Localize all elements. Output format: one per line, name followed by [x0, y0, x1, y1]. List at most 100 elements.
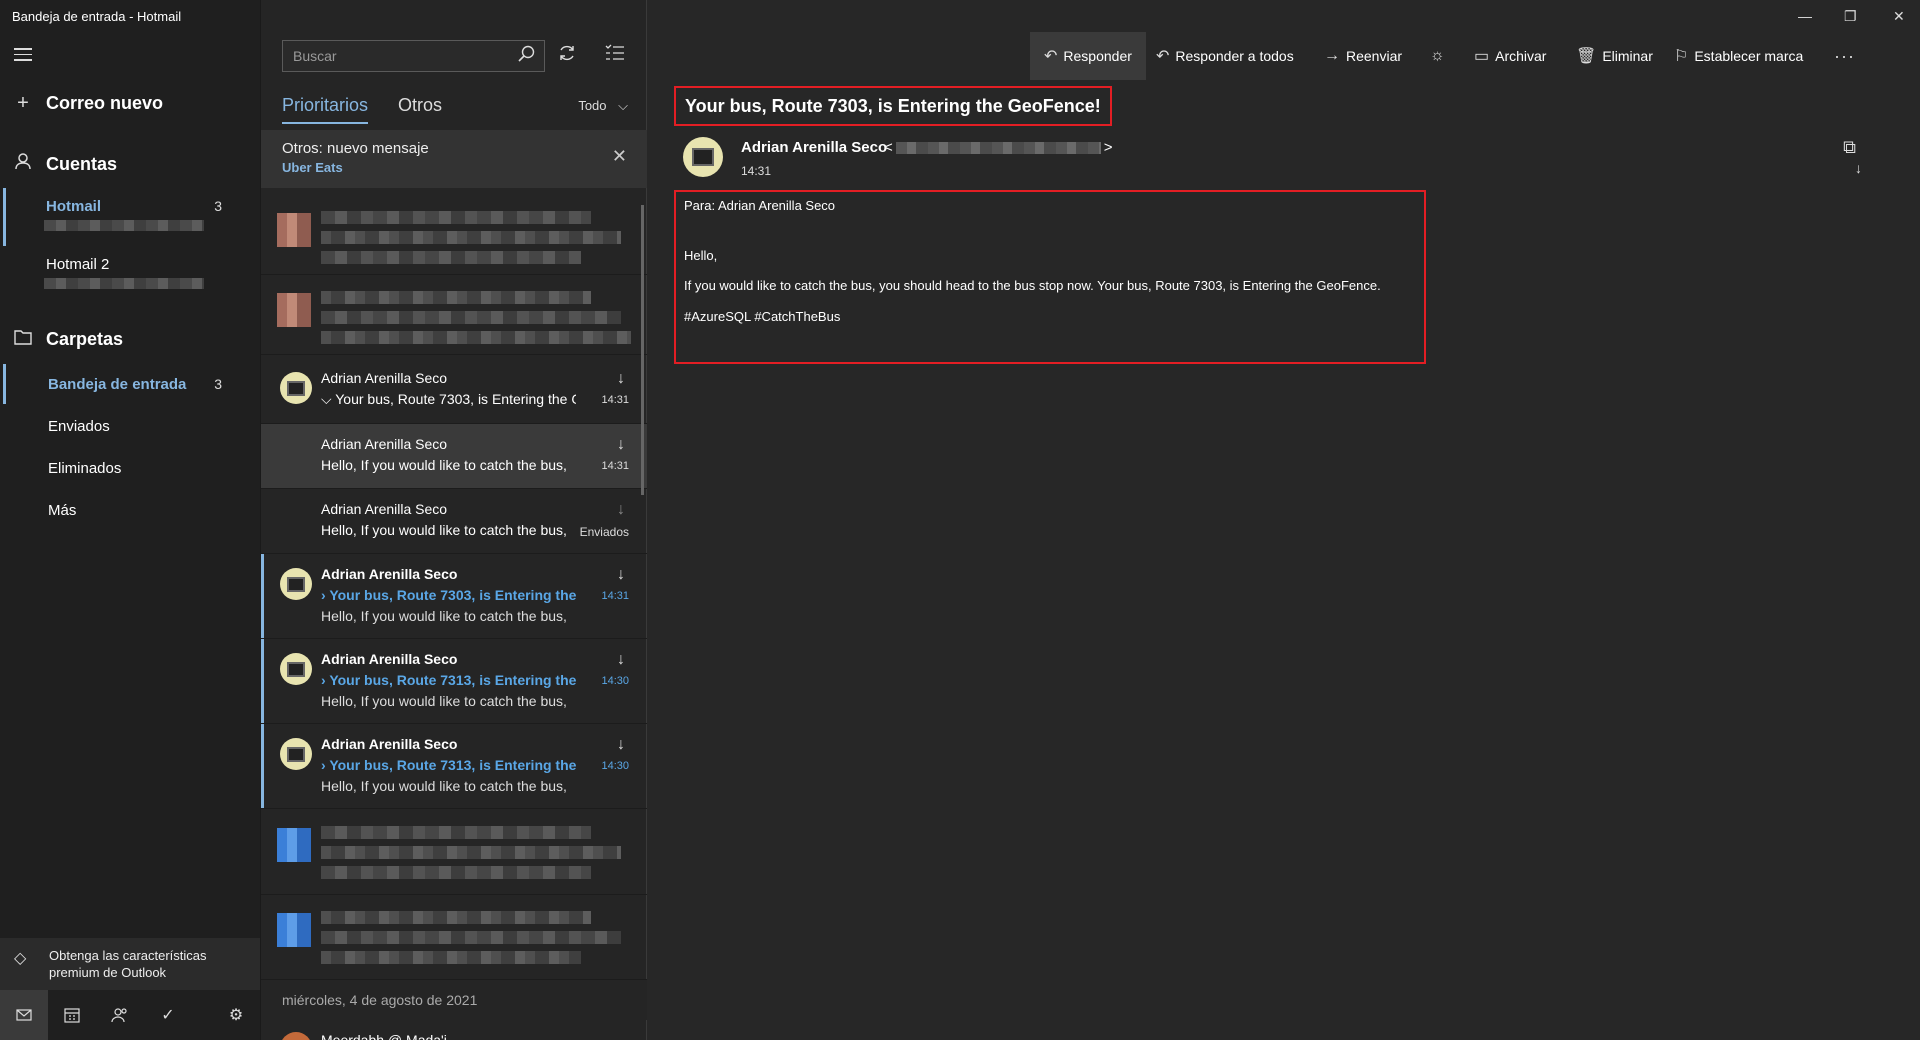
minimize-icon[interactable]: — [1798, 8, 1812, 24]
list-item[interactable]: Meerdabh @ Mada'i [261, 1020, 647, 1040]
calendar-icon[interactable] [48, 990, 96, 1040]
forward-button[interactable]: → Reenviar [1324, 32, 1402, 80]
search-icon[interactable] [518, 45, 536, 68]
reply-all-icon: ↶ [1156, 48, 1170, 65]
person-icon [0, 152, 46, 176]
message-subject: › Your bus, Route 7303, is Entering the … [321, 587, 576, 603]
reply-all-button[interactable]: ↶ Responder a todos [1156, 32, 1294, 80]
redacted-email [44, 220, 204, 231]
download-arrow-icon[interactable]: ↓ [617, 566, 625, 584]
new-mail-button[interactable]: + Correo nuevo [0, 92, 260, 115]
folder-label: Enviados [48, 418, 110, 435]
redacted-text [321, 251, 581, 264]
message-thread-child[interactable]: Adrian Arenilla Seco Hello, If you would… [261, 489, 647, 554]
email-greeting: Hello, [684, 248, 718, 263]
download-arrow-icon[interactable]: ↓ [617, 501, 625, 519]
account-item-hotmail[interactable]: Hotmail 3 [0, 198, 260, 238]
download-arrow-icon[interactable]: ↓ [617, 736, 625, 754]
new-mail-label: Correo nuevo [46, 93, 164, 113]
message-sender: Adrian Arenilla Seco [321, 436, 448, 452]
message-thread-header[interactable]: Adrian Arenilla Seco ⌵ Your bus, Route 7… [261, 358, 647, 424]
accounts-heading[interactable]: Cuentas [0, 152, 260, 176]
list-item-redacted[interactable] [261, 275, 647, 355]
sender-email[interactable]: < > [884, 139, 1113, 156]
search-input[interactable]: Buscar [282, 40, 545, 72]
delete-button[interactable]: 🗑 Eliminar [1576, 32, 1653, 80]
mail-icon[interactable] [0, 990, 48, 1040]
avatar-redacted [277, 828, 311, 862]
premium-text: Obtenga las características premium de O… [49, 948, 207, 980]
folder-inbox[interactable]: Bandeja de entrada 3 [0, 376, 260, 398]
todo-icon[interactable]: ✓ [144, 990, 192, 1040]
folder-more[interactable]: Más [0, 502, 260, 524]
message-time: 14:31 [601, 590, 629, 602]
download-arrow-icon[interactable]: ↓ [617, 436, 625, 454]
archive-icon: ▭ [1474, 48, 1490, 65]
more-icon: ··· [1834, 45, 1855, 66]
message-time: 14:31 [601, 394, 629, 406]
people-icon[interactable] [96, 990, 144, 1040]
list-item-redacted[interactable] [261, 810, 647, 895]
message-time: 14:31 [601, 460, 629, 472]
reply-button[interactable]: ↶ Responder [1030, 32, 1146, 80]
more-actions-button[interactable]: ··· [1834, 32, 1861, 80]
other-banner-sender: Uber Eats [282, 160, 343, 175]
restore-icon[interactable]: ❐ [1844, 8, 1857, 25]
scrollbar[interactable] [641, 205, 644, 495]
message-subject-text: Your bus, Route 7313, is Entering the Ge… [329, 757, 576, 773]
redacted-text [321, 826, 591, 839]
message-subject-text: Your bus, Route 7303, is Entering the Ge… [329, 587, 576, 603]
archive-button[interactable]: ▭ Archivar [1474, 32, 1546, 80]
message-preview: Hello, If you would like to catch the bu… [321, 522, 567, 538]
close-icon[interactable]: ✕ [612, 146, 627, 167]
download-arrow-icon[interactable]: ↓ [617, 651, 625, 669]
list-item[interactable]: Adrian Arenilla Seco › Your bus, Route 7… [261, 639, 647, 724]
redacted-text [321, 951, 581, 964]
navigation-pane: Bandeja de entrada - Hotmail + Correo nu… [0, 0, 260, 1040]
message-subject-text: Your bus, Route 7313, is Entering the Ge… [329, 672, 576, 688]
folder-sent[interactable]: Enviados [0, 418, 260, 440]
hamburger-menu-icon[interactable] [14, 48, 32, 62]
filter-dropdown[interactable]: Todo ⌵ [578, 98, 628, 114]
selection-mode-icon[interactable] [605, 43, 625, 66]
account-item-hotmail-2[interactable]: Hotmail 2 [0, 256, 260, 296]
message-thread-child-selected[interactable]: Adrian Arenilla Seco Hello, If you would… [261, 424, 647, 489]
account-name: Hotmail 2 [46, 256, 110, 273]
close-window-icon[interactable]: ✕ [1893, 8, 1905, 25]
sender-name[interactable]: Adrian Arenilla Seco [741, 139, 887, 156]
email-subject: Your bus, Route 7303, is Entering the Ge… [674, 86, 1112, 126]
email-body-text: If you would like to catch the bus, you … [684, 278, 1381, 293]
open-in-new-window-icon[interactable]: ⧉ [1843, 137, 1856, 158]
chevron-down-icon[interactable]: ⌵ [321, 391, 335, 407]
list-item-redacted[interactable] [261, 895, 647, 980]
forward-label: Reenviar [1346, 48, 1403, 64]
premium-upsell[interactable]: ◇ Obtenga las características premium de… [0, 938, 260, 990]
avatar-redacted [277, 293, 311, 327]
redacted-text [321, 931, 621, 944]
download-arrow-icon[interactable]: ↓ [617, 370, 625, 388]
account-name: Hotmail [46, 198, 102, 215]
folder-deleted[interactable]: Eliminados [0, 460, 260, 482]
redacted-text [321, 911, 591, 924]
sync-icon[interactable] [557, 43, 577, 68]
folders-heading[interactable]: Carpetas [0, 328, 260, 351]
expand-arrow-icon[interactable]: ↓ [1855, 160, 1862, 176]
folder-unread-count: 3 [214, 376, 222, 392]
avatar-redacted [277, 213, 311, 247]
message-sender: Adrian Arenilla Seco [321, 566, 458, 582]
tab-focused[interactable]: Prioritarios [282, 95, 369, 124]
email-time: 14:31 [741, 164, 772, 178]
theme-toggle-button[interactable]: ☼ [1430, 32, 1451, 80]
other-inbox-banner[interactable]: Otros: nuevo mensaje Uber Eats ✕ [261, 130, 647, 188]
folders-heading-label: Carpetas [46, 329, 124, 349]
list-item-redacted[interactable] [261, 195, 647, 275]
flag-label: Establecer marca [1694, 48, 1804, 64]
chevron-down-icon: ⌵ [618, 98, 628, 113]
avatar [280, 1032, 312, 1040]
flag-button[interactable]: ⚐ Establecer marca [1674, 32, 1803, 80]
settings-gear-icon[interactable]: ⚙ [212, 990, 260, 1040]
message-sender: Adrian Arenilla Seco [321, 370, 448, 386]
list-item[interactable]: Adrian Arenilla Seco › Your bus, Route 7… [261, 554, 647, 639]
list-item[interactable]: Adrian Arenilla Seco › Your bus, Route 7… [261, 724, 647, 809]
tab-other[interactable]: Otros [398, 95, 442, 116]
